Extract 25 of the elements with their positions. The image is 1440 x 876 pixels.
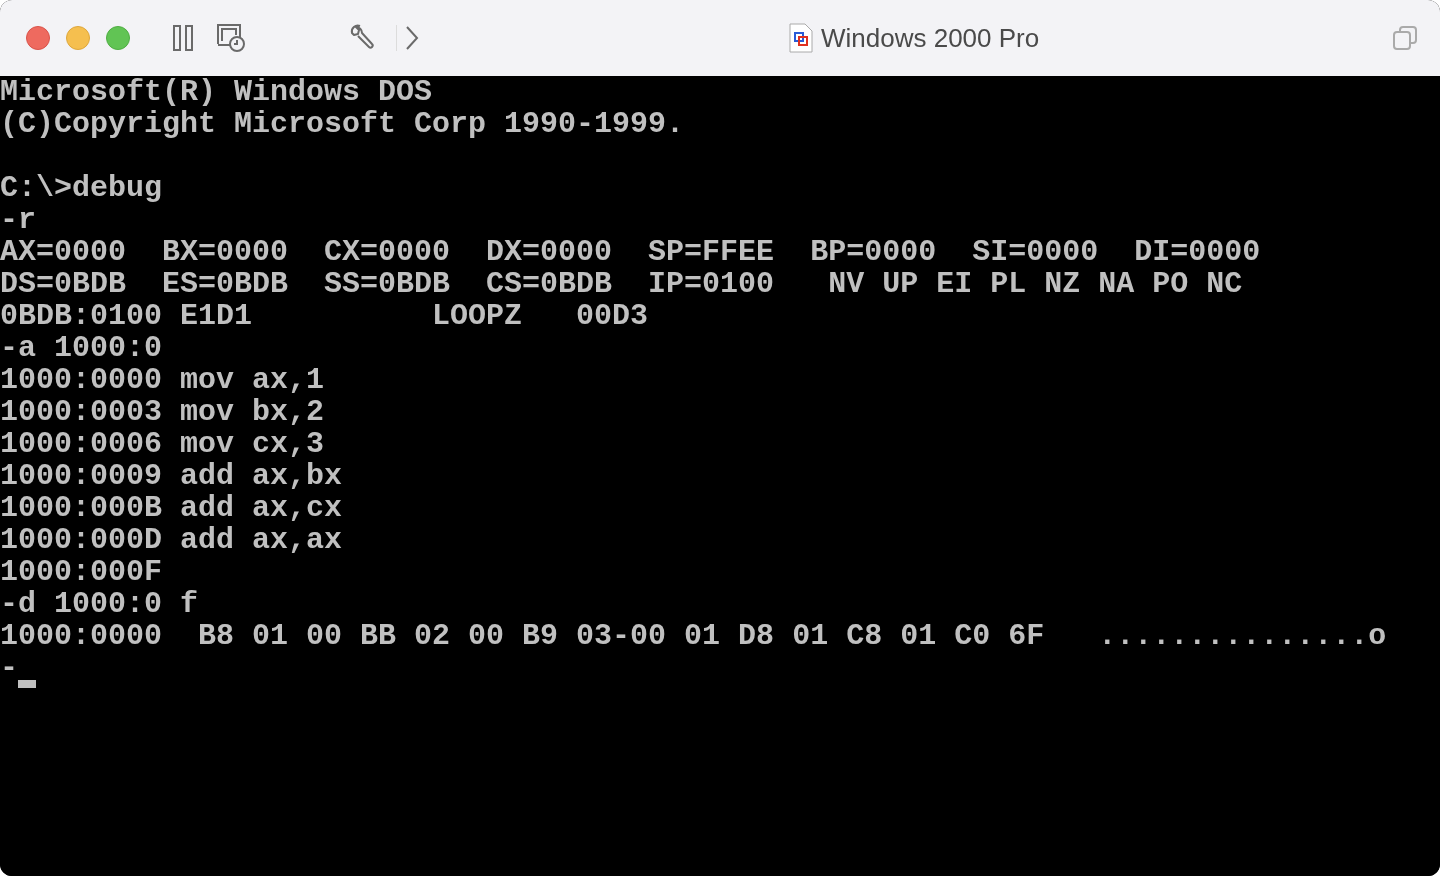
chevron-right-icon[interactable] (405, 25, 419, 51)
document-icon (789, 23, 813, 53)
console-line: Microsoft(R) Windows DOS (0, 76, 433, 108)
console-line: -a 1000:0 (0, 332, 163, 364)
prompt: - (0, 652, 18, 684)
console-line: 1000:0003 mov bx,2 (0, 396, 325, 428)
snapshot-icon[interactable] (216, 23, 246, 53)
text-cursor (18, 680, 36, 688)
close-button[interactable] (26, 26, 50, 50)
console-line: 1000:0000 mov ax,1 (0, 364, 325, 396)
pause-icon[interactable] (172, 25, 194, 51)
console-line: C:\>debug (0, 172, 163, 204)
console-line: DS=0BDB ES=0BDB SS=0BDB CS=0BDB IP=0100 NV UP EI PL NZ NA PO NC (0, 268, 1243, 300)
console-line: (C)Copyright Microsoft Corp 1990-1999. (0, 108, 685, 140)
console-line: 1000:0009 add ax,bx (0, 460, 343, 492)
console-line: 1000:000B add ax,cx (0, 492, 343, 524)
console-line: 1000:0000 B8 01 00 BB 02 00 B9 03-00 01 D8 01 C8 01 C0 6F ...............o (0, 620, 1387, 652)
window-title: Windows 2000 Pro (821, 22, 1040, 54)
console-line: 1000:000F (0, 556, 163, 588)
console-line: 1000:000D add ax,ax (0, 524, 343, 556)
console-line: -r (0, 204, 36, 236)
console-line: 0BDB:0100 E1D1 LOOPZ 00D3 (0, 300, 649, 332)
console-line: -d 1000:0 f (0, 588, 199, 620)
console-line: AX=0000 BX=0000 CX=0000 DX=0000 SP=FFEE BP=0000 SI=0000 DI=0000 (0, 236, 1261, 268)
console-line: 1000:0006 mov cx,3 (0, 428, 325, 460)
